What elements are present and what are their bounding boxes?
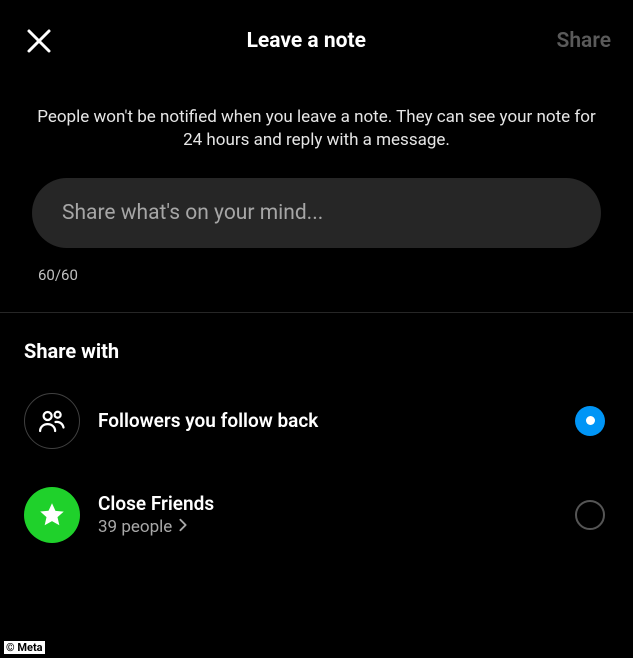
close-icon <box>24 26 54 56</box>
share-with-heading: Share with <box>0 313 633 385</box>
image-credit: © Meta <box>4 641 45 654</box>
note-input[interactable]: Share what's on your mind... <box>32 178 601 248</box>
option-text: Close Friends 39 people <box>98 492 557 537</box>
option-followers-you-follow-back[interactable]: Followers you follow back <box>0 385 633 457</box>
option-label: Close Friends <box>98 492 557 515</box>
description-text: People won't be notified when you leave … <box>0 76 633 178</box>
note-input-placeholder: Share what's on your mind... <box>62 201 323 225</box>
share-button[interactable]: Share <box>557 29 611 53</box>
close-button[interactable] <box>22 24 56 58</box>
radio-selected[interactable] <box>575 406 605 436</box>
option-close-friends[interactable]: Close Friends 39 people <box>0 479 633 551</box>
option-subtitle: 39 people <box>98 517 172 537</box>
option-subtitle-row[interactable]: 39 people <box>98 517 557 537</box>
option-label: Followers you follow back <box>98 409 557 432</box>
header: Leave a note Share <box>0 0 633 76</box>
option-text: Followers you follow back <box>98 409 557 432</box>
people-icon <box>24 393 80 449</box>
compose-area: Share what's on your mind... 60/60 <box>0 178 633 284</box>
star-icon <box>24 487 80 543</box>
page-title: Leave a note <box>247 29 366 53</box>
character-counter: 60/60 <box>32 248 601 284</box>
leave-note-screen: Leave a note Share People won't be notif… <box>0 0 633 658</box>
radio-unselected[interactable] <box>575 500 605 530</box>
chevron-right-icon <box>178 517 188 537</box>
